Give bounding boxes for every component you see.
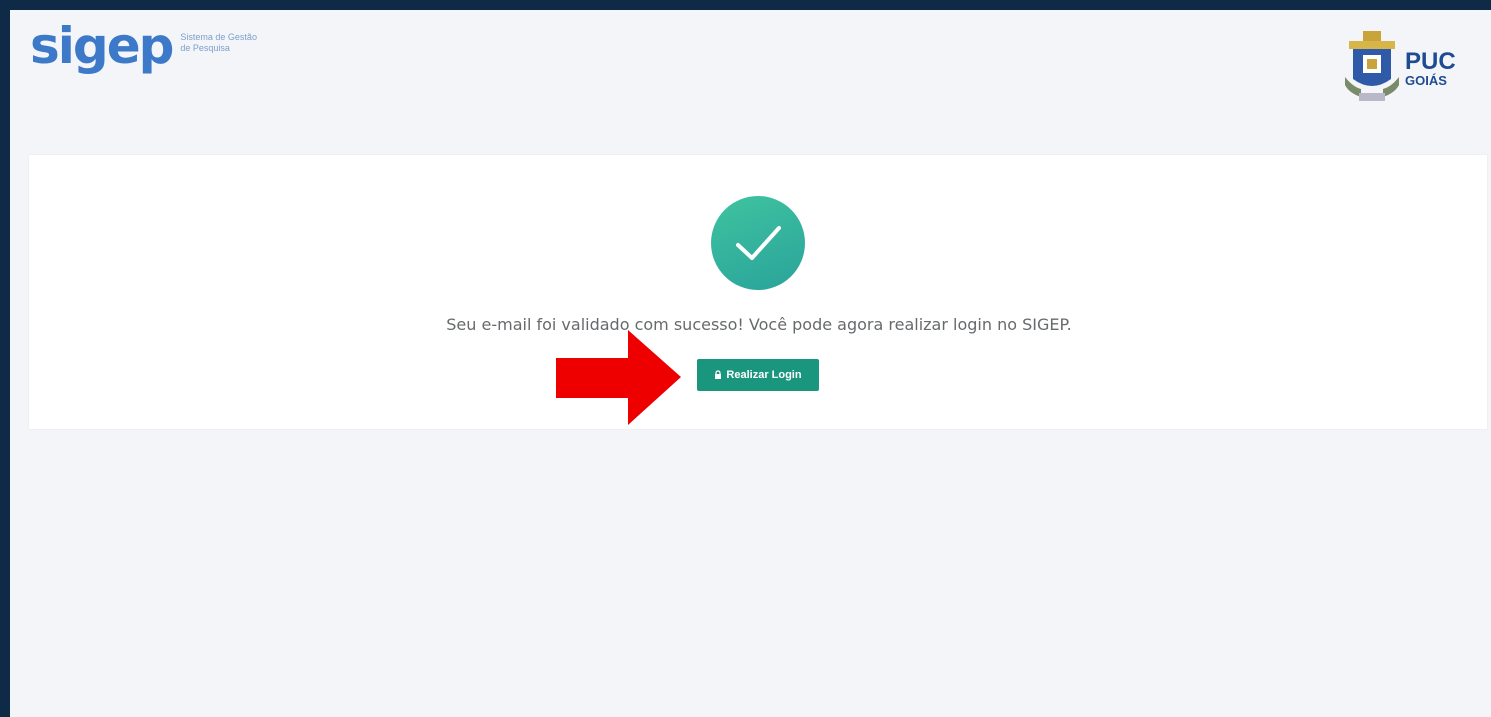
institution-name: PUC GOIÁS [1405, 50, 1456, 88]
brand-subtitle: Sistema de Gestão de Pesquisa [180, 32, 260, 54]
institution-name-line1: PUC [1405, 48, 1456, 75]
page-frame: sigep Sistema de Gestão de Pesquisa PUC … [10, 10, 1491, 717]
institution-name-line2: GOIÁS [1405, 73, 1447, 88]
puc-emblem-icon [1345, 31, 1399, 101]
brand-wordmark: sigep [30, 17, 174, 75]
checkmark-icon [736, 226, 781, 260]
puc-goias-logo[interactable]: PUC GOIÁS [1343, 24, 1483, 114]
lock-icon [715, 370, 722, 379]
header: sigep Sistema de Gestão de Pesquisa PUC … [10, 10, 1491, 120]
success-badge [711, 196, 805, 290]
success-message: Seu e-mail foi validado com sucesso! Voc… [446, 315, 1072, 334]
login-button[interactable]: Realizar Login [697, 359, 819, 391]
validation-card: Seu e-mail foi validado com sucesso! Voc… [28, 154, 1488, 430]
brand-subtitle-line1: Sistema de Gestão [180, 32, 257, 42]
login-button-label: Realizar Login [726, 369, 802, 381]
red-arrow [556, 330, 681, 425]
sigep-logo[interactable]: sigep Sistema de Gestão de Pesquisa [30, 16, 260, 76]
brand-subtitle-line2: de Pesquisa [180, 43, 230, 53]
